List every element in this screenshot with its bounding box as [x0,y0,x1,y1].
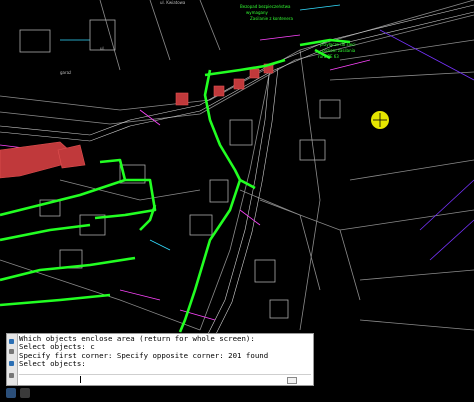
command-history: Which objects enclose area (return for w… [19,334,311,369]
svg-text:ul.: ul. [100,46,105,51]
text-caret [80,376,81,383]
horizontal-scroll-thumb[interactable] [287,377,297,384]
svg-text:rura PE 63: rura PE 63 [318,54,339,59]
svg-text:ul. Kwiatowa: ul. Kwiatowa [160,0,186,5]
grid-toggle-icon[interactable] [20,388,30,398]
command-line-gutter-icon[interactable] [7,334,18,385]
settings-icon[interactable] [6,388,16,398]
command-input[interactable] [19,374,311,384]
svg-text:poziom zasilania: poziom zasilania [322,48,356,53]
svg-text:wymagany: wymagany [246,10,269,15]
crosshair-cursor-icon [371,111,389,129]
svg-text:Bezopad bezpieczeństwa: Bezopad bezpieczeństwa [240,4,291,9]
svg-text:przyłącze do sieci: przyłącze do sieci [320,42,356,47]
command-history-line: Select objects: [19,359,86,369]
svg-text:Zasilanie z kontenera: Zasilanie z kontenera [250,16,294,21]
svg-text:garaż: garaż [60,70,71,75]
command-window[interactable]: Which objects enclose area (return for w… [6,333,314,386]
status-bar [0,386,474,402]
